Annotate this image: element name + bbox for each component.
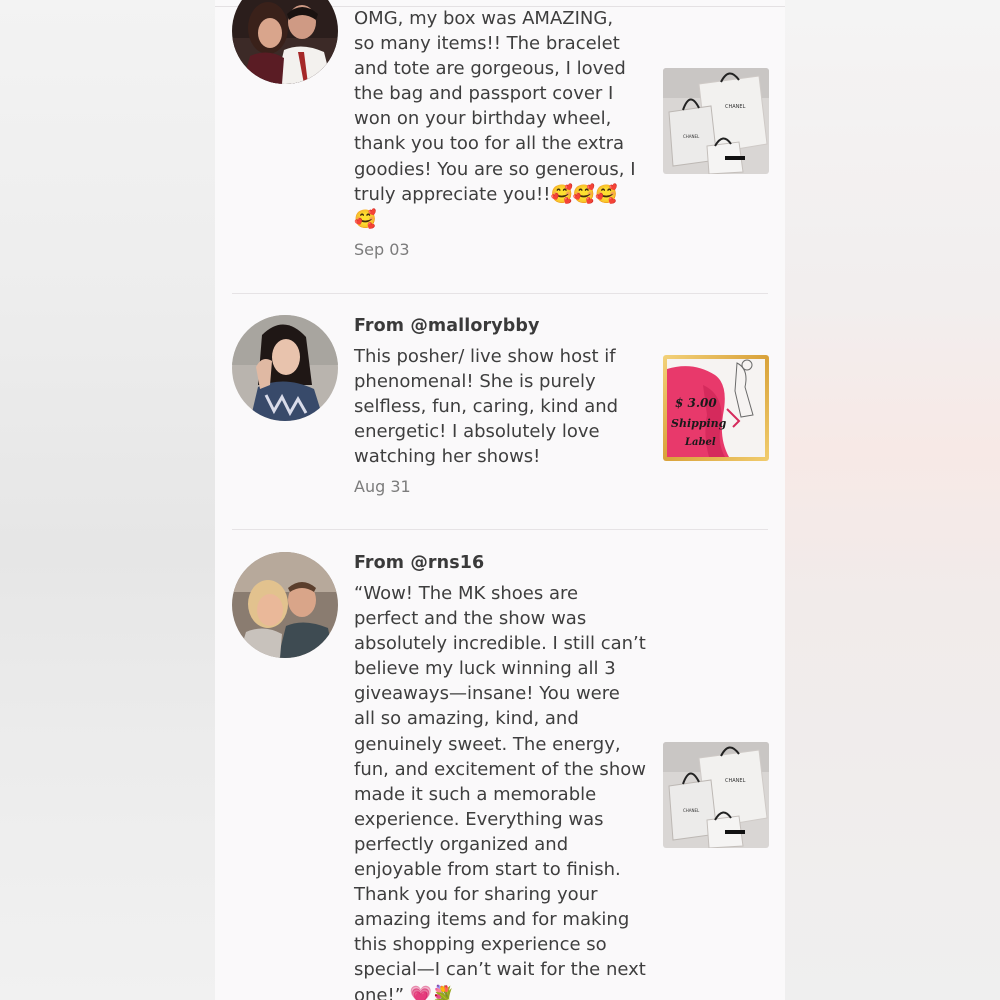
review-thumbnail[interactable]: $ 3.00 Shipping Label <box>663 355 769 461</box>
reviewer-avatar[interactable] <box>232 552 338 658</box>
svg-text:CHANEL: CHANEL <box>683 808 700 813</box>
review-text: This posher/ live show host if phenomena… <box>354 346 619 468</box>
review-thumbnail[interactable]: CHANEL CHANEL <box>663 68 769 174</box>
avatar-photo-woman <box>232 315 338 421</box>
label-price: $ 3.00 <box>675 396 717 410</box>
review-text: OMG, my box was AMAZING, so many items!!… <box>354 8 636 230</box>
svg-text:CHANEL: CHANEL <box>683 134 700 139</box>
reviewer-avatar[interactable] <box>232 315 338 421</box>
review-date: Aug 31 <box>354 477 411 496</box>
review-thumbnail[interactable]: CHANEL CHANEL <box>663 742 769 848</box>
love-notes-feed[interactable]: OMG, my box was AMAZING, so many items!!… <box>215 0 785 1000</box>
reviewer-avatar[interactable] <box>232 0 338 84</box>
avatar-photo-couple <box>232 0 338 84</box>
review-item: OMG, my box was AMAZING, so many items!!… <box>215 0 785 295</box>
review-date: Sep 03 <box>354 240 410 259</box>
blurred-background-left <box>0 0 215 1000</box>
svg-text:CHANEL: CHANEL <box>725 778 746 784</box>
blurred-background-right <box>785 0 1000 1000</box>
review-item: From @mallorybby This posher/ live show … <box>215 293 785 530</box>
svg-text:CHANEL: CHANEL <box>725 104 746 110</box>
chanel-bags-image: CHANEL CHANEL <box>663 68 769 174</box>
label-shipping: Shipping <box>671 417 727 430</box>
review-author[interactable]: From @rns16 <box>354 553 484 573</box>
avatar-photo-couple <box>232 552 338 658</box>
review-item: From @rns16 “Wow! The MK shoes are perfe… <box>215 530 785 1000</box>
review-author[interactable]: From @mallorybby <box>354 316 539 336</box>
label-label: Label <box>684 437 716 448</box>
review-text: “Wow! The MK shoes are perfect and the s… <box>354 583 646 1000</box>
shipping-label-image: $ 3.00 Shipping Label <box>663 355 769 461</box>
chanel-bags-image: CHANEL CHANEL <box>663 742 769 848</box>
